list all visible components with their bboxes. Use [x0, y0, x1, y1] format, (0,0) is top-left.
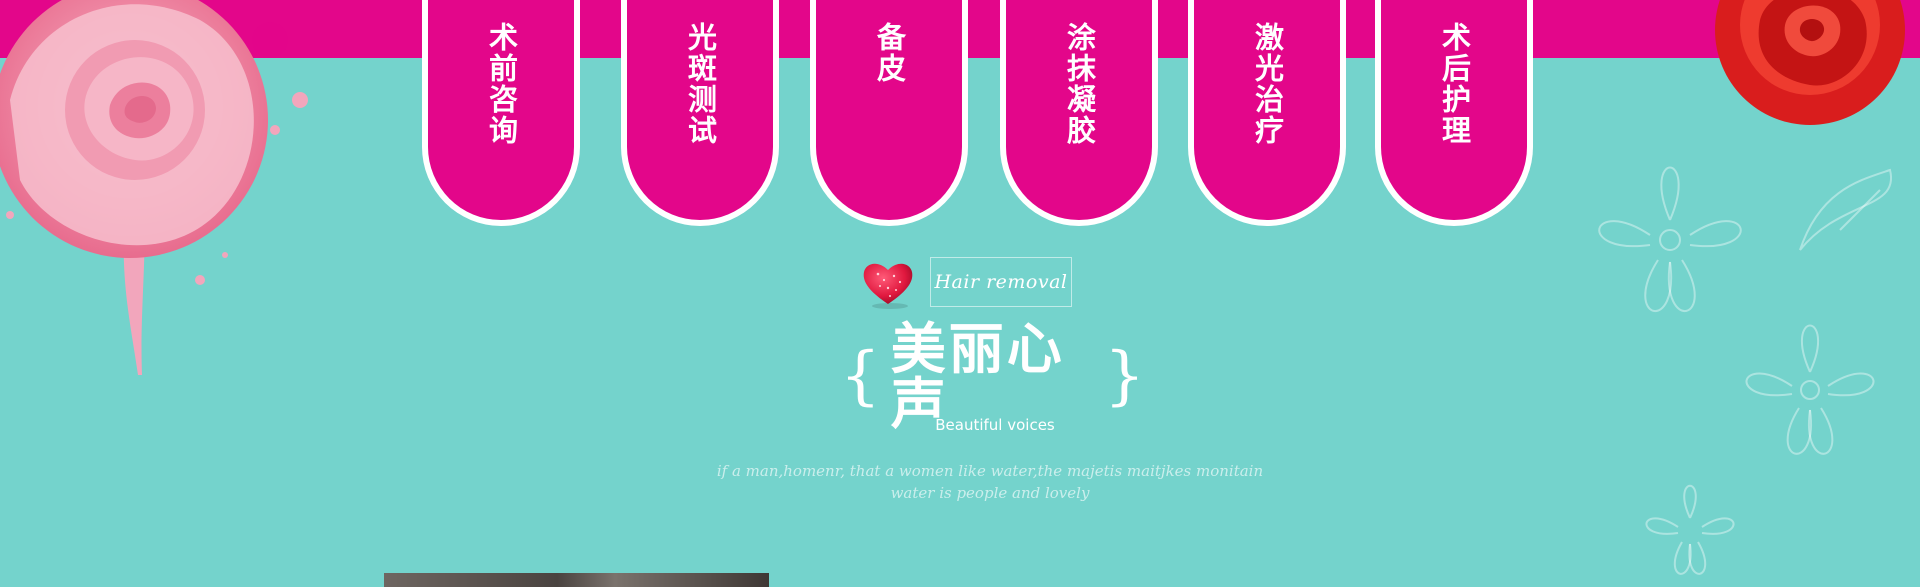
- heart-icon: [863, 263, 913, 309]
- section-heading: { 美丽心声 }: [840, 321, 1145, 431]
- step-tab[interactable]: 备皮: [810, 0, 968, 226]
- step-tab[interactable]: 光斑测试: [621, 0, 779, 226]
- step-tab[interactable]: 激光治疗: [1188, 0, 1346, 226]
- section-title: 美丽心声: [890, 316, 1065, 436]
- hair-removal-badge: Hair removal: [930, 257, 1072, 307]
- step-label: 术后护理: [1437, 22, 1472, 146]
- step-label: 激光治疗: [1250, 22, 1285, 146]
- badge-text: Hair removal: [934, 271, 1068, 293]
- brace-open: {: [840, 339, 881, 413]
- tagline-line: water is people and lovely: [890, 484, 1090, 502]
- tagline-line: if a man,homenr, that a women like water…: [716, 462, 1264, 480]
- step-label: 光斑测试: [683, 22, 718, 146]
- step-tab[interactable]: 术后护理: [1375, 0, 1533, 226]
- brace-close: }: [1104, 339, 1145, 413]
- step-tab[interactable]: 术前咨询: [422, 0, 580, 226]
- process-steps: 术前咨询 光斑测试 备皮 涂抹凝胶 激光治疗 术后护理: [0, 0, 1920, 230]
- section-subtitle: Beautiful voices: [935, 416, 1055, 434]
- photo-preview: [384, 573, 769, 587]
- step-label: 术前咨询: [484, 22, 519, 146]
- step-label: 涂抹凝胶: [1062, 22, 1097, 146]
- step-label: 备皮: [872, 22, 907, 84]
- step-tab[interactable]: 涂抹凝胶: [1000, 0, 1158, 226]
- section-tagline: if a man,homenr, that a women like water…: [640, 460, 1340, 504]
